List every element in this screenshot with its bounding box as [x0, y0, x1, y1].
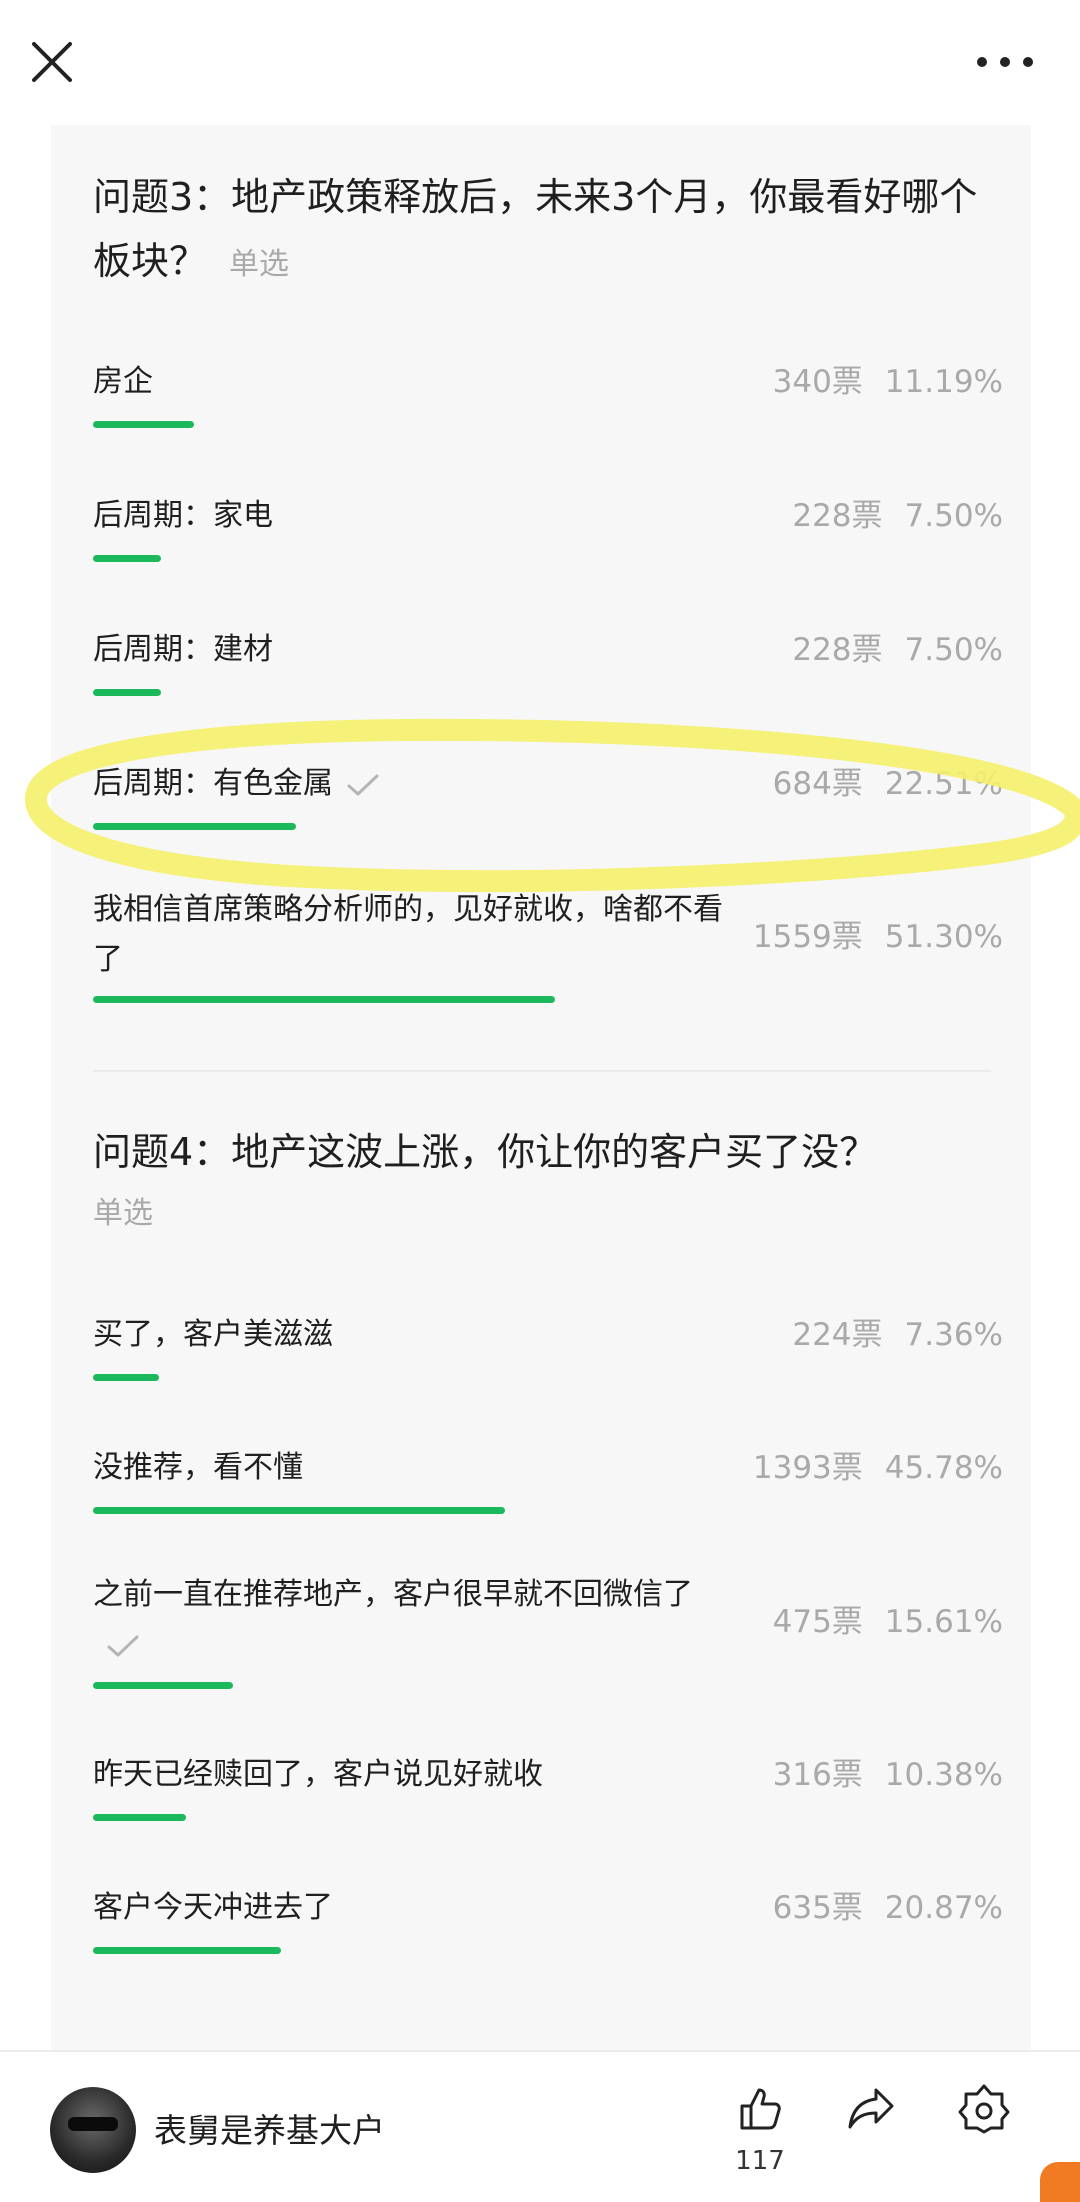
option-label: 后周期：家电 — [93, 498, 273, 533]
question-4-type: 单选 — [93, 1196, 153, 1231]
avatar[interactable] — [50, 2087, 136, 2173]
q3-option-3[interactable]: 后周期：建材 228票 7.50% — [93, 625, 1003, 705]
q4-option-2[interactable]: 没推荐，看不懂 1393票 45.78% — [93, 1443, 1003, 1523]
option-percent: 20.87% — [884, 1890, 1003, 1926]
option-votes: 475票 — [772, 1604, 863, 1640]
like-button[interactable]: 117 — [720, 2082, 800, 2176]
option-votes: 228票 — [792, 498, 883, 534]
question-4-text: 问题4：地产这波上涨，你让你的客户买了没？ — [93, 1130, 878, 1174]
option-label-wrap: 后周期：有色金属 — [93, 759, 733, 809]
bottom-bar: 表舅是养基大户 117 — [0, 2050, 1080, 2202]
top-bar — [0, 0, 1080, 125]
option-percent: 22.51% — [884, 766, 1003, 802]
question-divider — [93, 1070, 991, 1072]
option-label: 后周期：建材 — [93, 632, 273, 667]
option-stats: 635票 20.87% — [773, 1883, 1003, 1933]
like-icon — [740, 2088, 781, 2130]
option-votes: 1393票 — [752, 1450, 863, 1486]
q4-option-4[interactable]: 昨天已经赎回了，客户说见好就收 316票 10.38% — [93, 1750, 1003, 1830]
share-button[interactable] — [832, 2082, 912, 2138]
corner-badge — [1040, 2162, 1080, 2202]
q3-option-2[interactable]: 后周期：家电 228票 7.50% — [93, 491, 1003, 571]
option-votes: 224票 — [792, 1317, 883, 1353]
option-bar — [93, 996, 555, 1003]
option-label-wrap: 之前一直在推荐地产，客户很早就不回微信了 — [93, 1570, 713, 1670]
option-percent: 45.78% — [884, 1450, 1003, 1486]
option-bar — [93, 823, 296, 830]
option-votes: 635票 — [772, 1890, 863, 1926]
option-percent: 7.50% — [904, 632, 1003, 668]
option-label: 昨天已经赎回了，客户说见好就收 — [93, 1757, 543, 1792]
option-label: 后周期：有色金属 — [93, 766, 333, 801]
option-percent: 7.36% — [904, 1317, 1003, 1353]
share-icon — [848, 2088, 894, 2129]
option-bar — [93, 555, 161, 562]
option-stats: 316票 10.38% — [773, 1750, 1003, 1800]
option-stats: 228票 7.50% — [792, 625, 1003, 675]
option-bar — [93, 421, 194, 428]
option-stats: 224票 7.36% — [792, 1310, 1003, 1360]
option-label: 房企 — [93, 364, 153, 399]
question-3-text: 问题3：地产政策释放后，未来3个月，你最看好哪个板块？ — [93, 175, 978, 283]
close-icon[interactable] — [28, 38, 76, 86]
option-bar — [93, 1374, 159, 1381]
option-stats: 1393票 45.78% — [753, 1443, 1003, 1493]
option-stats: 228票 7.50% — [792, 491, 1003, 541]
author-name[interactable]: 表舅是养基大户 — [154, 2104, 385, 2152]
option-stats: 340票 11.19% — [773, 357, 1003, 407]
option-label: 客户今天冲进去了 — [93, 1890, 333, 1925]
vote-page: 问题3：地产政策释放后，未来3个月，你最看好哪个板块？ 单选 房企 340票 11.… — [0, 0, 1080, 2202]
vote-card: 问题3：地产政策释放后，未来3个月，你最看好哪个板块？ 单选 房企 340票 11.… — [51, 125, 1031, 2060]
q4-option-5[interactable]: 客户今天冲进去了 635票 20.87% — [93, 1883, 1003, 1963]
option-stats: 1559票 51.30% — [753, 912, 1003, 962]
q3-option-1[interactable]: 房企 340票 11.19% — [93, 357, 1003, 437]
option-stats: 475票 15.61% — [773, 1597, 1003, 1647]
option-percent: 10.38% — [884, 1757, 1003, 1793]
check-icon — [347, 774, 379, 795]
option-percent: 15.61% — [884, 1604, 1003, 1640]
option-label: 买了，客户美滋滋 — [93, 1317, 333, 1352]
option-stats: 684票 22.51% — [773, 759, 1003, 809]
option-votes: 316票 — [772, 1757, 863, 1793]
like-count: 117 — [735, 2146, 785, 2176]
check-icon — [107, 1635, 139, 1656]
option-percent: 51.30% — [884, 919, 1003, 955]
option-bar — [93, 1682, 233, 1689]
question-4-title: 问题4：地产这波上涨，你让你的客户买了没？ 单选 — [93, 1120, 993, 1244]
q4-option-1[interactable]: 买了，客户美滋滋 224票 7.36% — [93, 1310, 1003, 1390]
option-bar — [93, 1814, 186, 1821]
q3-option-4[interactable]: 后周期：有色金属 684票 22.51% — [93, 759, 1003, 839]
option-label: 我相信首席策略分析师的，见好就收，啥都不看了 — [93, 892, 723, 977]
option-bar — [93, 1507, 505, 1514]
option-votes: 1559票 — [752, 919, 863, 955]
option-percent: 11.19% — [884, 364, 1003, 400]
option-votes: 340票 — [772, 364, 863, 400]
option-bar — [93, 689, 161, 696]
question-3-type: 单选 — [229, 247, 290, 282]
settings-icon — [958, 2084, 1010, 2134]
option-votes: 228票 — [792, 632, 883, 668]
question-3-title: 问题3：地产政策释放后，未来3个月，你最看好哪个板块？ 单选 — [93, 165, 993, 297]
option-bar — [93, 1947, 281, 1954]
option-label: 之前一直在推荐地产，客户很早就不回微信了 — [93, 1577, 693, 1612]
q4-option-3[interactable]: 之前一直在推荐地产，客户很早就不回微信了 475票 15.61% — [93, 1570, 1003, 1690]
settings-button[interactable] — [944, 2082, 1024, 2138]
more-dots-icon[interactable] — [970, 40, 1040, 84]
option-label: 没推荐，看不懂 — [93, 1450, 303, 1485]
q3-option-5[interactable]: 我相信首席策略分析师的，见好就收，啥都不看了 1559票 51.30% — [93, 885, 1003, 1005]
option-percent: 7.50% — [904, 498, 1003, 534]
avatar-glasses — [68, 2117, 118, 2131]
option-votes: 684票 — [772, 766, 863, 802]
